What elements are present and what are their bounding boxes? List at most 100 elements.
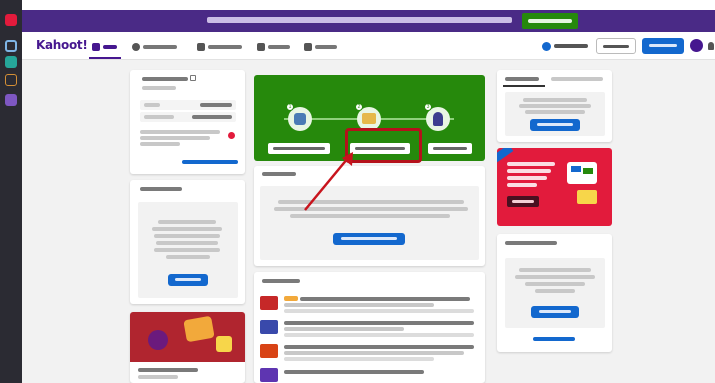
news-item-snippet (284, 376, 285, 380)
right-tabs-box (505, 92, 605, 136)
join-button[interactable] (596, 38, 636, 54)
nav-item-library[interactable] (197, 42, 242, 51)
home-icon (92, 42, 100, 51)
collections-cta-button[interactable] (333, 233, 405, 245)
right-section-body-line (515, 275, 595, 279)
kahoot-logo[interactable]: Kahoot! (36, 38, 88, 52)
left-section-body-line (166, 255, 210, 259)
left-section-card (130, 180, 245, 304)
right-tabs-empty-line (525, 110, 585, 114)
profile-name (142, 77, 188, 81)
avatar[interactable] (690, 39, 703, 52)
profile-row-key (144, 103, 160, 107)
profile-note (140, 130, 220, 134)
compass-icon (132, 42, 140, 51)
right-tabs-empty-line (519, 104, 591, 108)
hero-step-1: 1 (286, 103, 312, 131)
news-thumbnail (260, 368, 278, 382)
news-item[interactable] (260, 318, 479, 338)
news-item-title-line (284, 327, 404, 331)
left-promo-card[interactable] (130, 312, 245, 383)
news-item[interactable] (260, 342, 479, 362)
left-section-body (158, 220, 216, 224)
news-item-title-line (284, 351, 464, 355)
pointer-arrow (304, 152, 353, 211)
rail-icon-4[interactable] (5, 74, 17, 86)
profile-note-line (140, 136, 210, 140)
profile-card (130, 70, 245, 174)
join-label (603, 45, 629, 48)
hero-step-button-label (433, 147, 467, 150)
right-promo-cta-button[interactable] (507, 196, 539, 207)
right-promo-cta-label (512, 200, 534, 203)
left-section-cta-button[interactable] (168, 274, 208, 286)
promo-shape (148, 330, 168, 350)
promo-shape (577, 190, 597, 204)
hero-step-number: 3 (424, 103, 432, 111)
step-illustration-icon (294, 113, 306, 125)
right-section-body-line (535, 289, 575, 293)
profile-row (140, 112, 236, 122)
tip-icon (228, 132, 235, 139)
notifications-icon[interactable] (708, 42, 714, 50)
hero-step-3-button[interactable] (428, 143, 472, 154)
nav-item-label (268, 44, 290, 49)
promo-shape (583, 168, 593, 174)
step-illustration-icon (433, 112, 443, 126)
promo-shape (216, 336, 232, 352)
news-item[interactable] (260, 294, 479, 314)
nav-active-indicator (89, 57, 121, 59)
right-promo-title (507, 162, 555, 166)
news-item[interactable] (260, 366, 479, 382)
rail-icon-1[interactable] (5, 14, 17, 26)
right-tabs-cta-button[interactable] (530, 119, 580, 131)
right-tabs-card (497, 70, 612, 142)
announcement-text (207, 17, 512, 23)
announcement-cta-button[interactable] (522, 13, 578, 29)
news-item-title (284, 321, 474, 325)
upgrade-icon (542, 41, 551, 51)
profile-link[interactable] (182, 160, 238, 164)
right-tab-1[interactable] (505, 75, 545, 84)
right-promo-title-line (507, 183, 537, 187)
news-item-snippet (284, 309, 474, 313)
nav-item-reports[interactable] (257, 42, 290, 51)
expand-icon[interactable] (190, 75, 196, 81)
library-icon (197, 42, 205, 51)
right-section-title (505, 241, 557, 245)
profile-row-value (192, 115, 232, 119)
news-badge (284, 296, 298, 301)
right-tab-2[interactable] (551, 75, 607, 84)
nav-item-label (143, 44, 177, 49)
news-item-title-line (284, 303, 434, 307)
nav-item-groups[interactable] (304, 42, 337, 51)
right-section-cta-button[interactable] (531, 306, 579, 318)
promo-shape (571, 166, 581, 172)
right-section-cta-label (539, 310, 571, 313)
left-section-body-line (154, 234, 220, 238)
news-item-snippet (284, 357, 434, 361)
rail-icon-3[interactable] (5, 56, 17, 68)
left-section-body-line (152, 227, 222, 231)
nav-item-label (103, 44, 117, 49)
nav-item-label (315, 44, 337, 49)
right-promo-card[interactable] (497, 148, 612, 226)
news-item-snippet (284, 333, 474, 337)
nav-item-home[interactable] (92, 42, 117, 51)
rail-icon-5[interactable] (5, 94, 17, 106)
right-promo-illustration (561, 156, 605, 208)
profile-row-key (144, 115, 174, 119)
rail-icon-2[interactable] (5, 40, 17, 52)
groups-icon (304, 42, 312, 51)
upgrade-button[interactable] (542, 38, 590, 54)
left-section-cta-label (175, 278, 201, 281)
news-card (254, 272, 485, 383)
create-button[interactable] (642, 38, 684, 54)
hero-step-number: 2 (355, 103, 363, 111)
nav-item-discover[interactable] (132, 42, 177, 51)
right-tabs-cta-label (537, 123, 573, 126)
news-thumbnail (260, 344, 278, 358)
announcement-banner (22, 10, 715, 32)
right-section-link[interactable] (533, 337, 575, 341)
hero-step-number: 1 (286, 103, 294, 111)
